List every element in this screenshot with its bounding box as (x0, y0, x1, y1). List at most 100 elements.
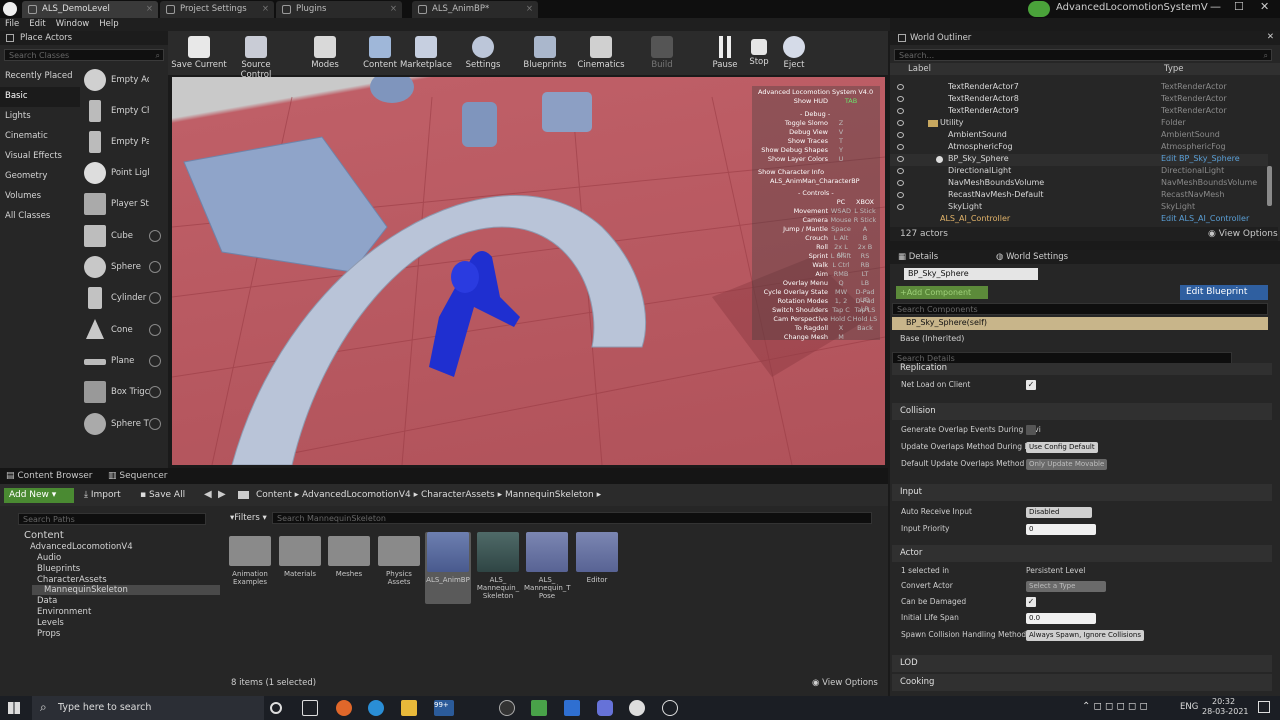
category-visual-effects[interactable]: Visual Effects (0, 147, 80, 167)
menu-edit[interactable]: Edit (24, 18, 50, 30)
clock-time[interactable]: 20:32 (1212, 697, 1235, 706)
column-label[interactable]: Label (908, 64, 931, 74)
clock-date[interactable]: 28-03-2021 (1202, 707, 1249, 716)
section-collision[interactable]: Collision (892, 403, 1272, 420)
category-geometry[interactable]: Geometry (0, 167, 80, 187)
settings-button[interactable]: Settings (455, 33, 511, 73)
asset-tile-folder[interactable]: Materials (277, 532, 323, 604)
column-type[interactable]: Type (1164, 64, 1184, 74)
tree-folder[interactable]: CharacterAssets (37, 575, 107, 585)
spawn-collision-dropdown[interactable]: Always Spawn, Ignore Collisions (1026, 630, 1144, 641)
tab-content-browser[interactable]: ▤ Content Browser (6, 471, 102, 481)
marketplace-button[interactable]: Marketplace (398, 33, 454, 73)
language-indicator[interactable]: ENG (1180, 702, 1198, 712)
world-outliner-tab[interactable]: World Outliner ✕ (890, 31, 1280, 45)
menu-window[interactable]: Window (51, 18, 95, 30)
search-paths-input[interactable]: Search Paths (18, 513, 206, 525)
asset-tile-mesh[interactable]: ALS_ Mannequin_T Pose (524, 532, 571, 604)
outliner-row[interactable]: TextRenderActor8 TextRenderActor (890, 94, 1268, 106)
convert-actor-dropdown[interactable]: Select a Type (1026, 581, 1106, 592)
eye-icon[interactable] (897, 132, 904, 138)
auto-receive-dropdown[interactable]: Disabled (1026, 507, 1092, 518)
outliner-row[interactable]: RecastNavMesh-Default RecastNavMesh (890, 190, 1268, 202)
place-actors-tab[interactable]: Place Actors (0, 31, 168, 45)
actor-empty-actor[interactable]: Empty Ac (82, 66, 168, 96)
asset-tile-skeleton[interactable]: ALS_ Mannequin_ Skeleton (475, 532, 521, 604)
cb-view-options-button[interactable]: ◉ View Options (812, 678, 878, 688)
maximize-button[interactable]: ☐ (1234, 0, 1244, 13)
close-icon[interactable]: ✕ (1267, 32, 1274, 42)
outliner-row[interactable]: SkyLight SkyLight (890, 202, 1268, 214)
section-replication[interactable]: Replication (892, 363, 1272, 375)
build-button[interactable]: Build (634, 33, 690, 73)
actor-plane[interactable]: Plane (82, 347, 168, 377)
tree-folder[interactable]: AdvancedLocomotionV4 (30, 542, 133, 552)
info-icon[interactable] (149, 292, 161, 304)
eye-icon[interactable] (897, 204, 904, 210)
default-update-dropdown[interactable]: Only Update Movable (1026, 459, 1108, 470)
filters-button[interactable]: ▾Filters ▾ (230, 513, 267, 523)
info-icon[interactable] (149, 386, 161, 398)
generate-overlap-checkbox[interactable] (1026, 425, 1036, 435)
eye-icon[interactable] (897, 156, 904, 162)
menu-help[interactable]: Help (94, 18, 123, 30)
actor-cone[interactable]: Cone (82, 316, 168, 346)
tree-folder[interactable]: Levels (37, 618, 64, 628)
actor-empty-pawn[interactable]: Empty Pa (82, 128, 168, 158)
unreal-engine-icon[interactable] (629, 700, 645, 716)
actor-cube[interactable]: Cube (82, 222, 168, 252)
actor-sphere[interactable]: Sphere (82, 253, 168, 283)
actor-box-trigger[interactable]: Box Trigc (82, 378, 168, 408)
minimize-button[interactable]: — (1210, 0, 1221, 13)
close-icon[interactable]: × (526, 4, 533, 14)
info-icon[interactable] (149, 230, 161, 242)
outliner-row[interactable]: AtmosphericFog AtmosphericFog (890, 142, 1268, 154)
save-all-button[interactable]: ▪ Save All (140, 490, 185, 500)
actor-player-start[interactable]: Player St (82, 190, 168, 220)
level-viewport[interactable]: Advanced Locomotion System V4.0 Show HUD… (172, 77, 885, 465)
eye-icon[interactable] (897, 144, 904, 150)
cinematics-button[interactable]: Cinematics (573, 33, 629, 73)
actor-sphere-trigger[interactable]: Sphere T (82, 410, 168, 440)
menu-file[interactable]: File (0, 18, 24, 30)
breadcrumb-item[interactable]: Content (256, 490, 292, 500)
breadcrumb-item[interactable]: MannequinSkeleton (505, 490, 594, 500)
update-overlap-dropdown[interactable]: Use Config Default (1026, 442, 1098, 453)
tree-folder[interactable]: Props (37, 629, 60, 639)
tab-world-settings[interactable]: ◍ World Settings (996, 252, 1068, 262)
edit-blueprint-button[interactable]: Edit Blueprint (1180, 285, 1268, 300)
eye-icon[interactable] (897, 180, 904, 186)
calculator-icon[interactable] (564, 700, 580, 716)
tree-folder-selected[interactable]: MannequinSkeleton (32, 585, 220, 595)
section-lod[interactable]: LOD (892, 655, 1272, 672)
taskbar-search-input[interactable]: ⌕ Type here to search (32, 696, 264, 720)
category-basic[interactable]: Basic (0, 87, 80, 107)
search-components-input[interactable]: Search Components (892, 303, 1268, 315)
tray-icons[interactable]: ⌃ ◻ ◻ ◻ ◻ ◻ (1082, 701, 1148, 712)
tab-als-demolevel[interactable]: ALS_DemoLevel × (22, 1, 158, 18)
tree-content[interactable]: Content (24, 530, 64, 541)
eye-icon[interactable] (897, 120, 904, 126)
outliner-row[interactable]: AmbientSound AmbientSound (890, 130, 1268, 142)
input-priority-field[interactable]: 0 (1026, 524, 1096, 535)
actor-point-light[interactable]: Point Ligl (82, 159, 168, 189)
tree-folder[interactable]: Data (37, 596, 57, 606)
actor-cylinder[interactable]: Cylinder (82, 284, 168, 314)
section-input[interactable]: Input (892, 484, 1272, 501)
obs-icon[interactable] (499, 700, 515, 716)
view-options-button[interactable]: ◉ View Options (1208, 229, 1278, 239)
tab-details[interactable]: ▦ Details (898, 252, 990, 262)
file-explorer-icon[interactable] (401, 700, 417, 716)
asset-tile-anim-blueprint[interactable]: ALS_AnimBP (425, 532, 471, 604)
close-icon[interactable]: × (390, 4, 397, 14)
category-recently-placed[interactable]: Recently Placed (0, 67, 80, 87)
close-icon[interactable]: × (146, 4, 153, 14)
component-self-row[interactable]: BP_Sky_Sphere(self) (892, 317, 1268, 330)
eye-icon[interactable] (897, 84, 904, 90)
tab-plugins[interactable]: Plugins × (276, 1, 402, 18)
info-icon[interactable] (149, 261, 161, 273)
outliner-row[interactable]: ALS_AI_Controller Edit ALS_AI_Controller (890, 214, 1268, 224)
outliner-row[interactable]: TextRenderActor9 TextRenderActor (890, 106, 1268, 118)
object-name-field[interactable]: BP_Sky_Sphere (904, 268, 1038, 280)
category-cinematic[interactable]: Cinematic (0, 127, 80, 147)
